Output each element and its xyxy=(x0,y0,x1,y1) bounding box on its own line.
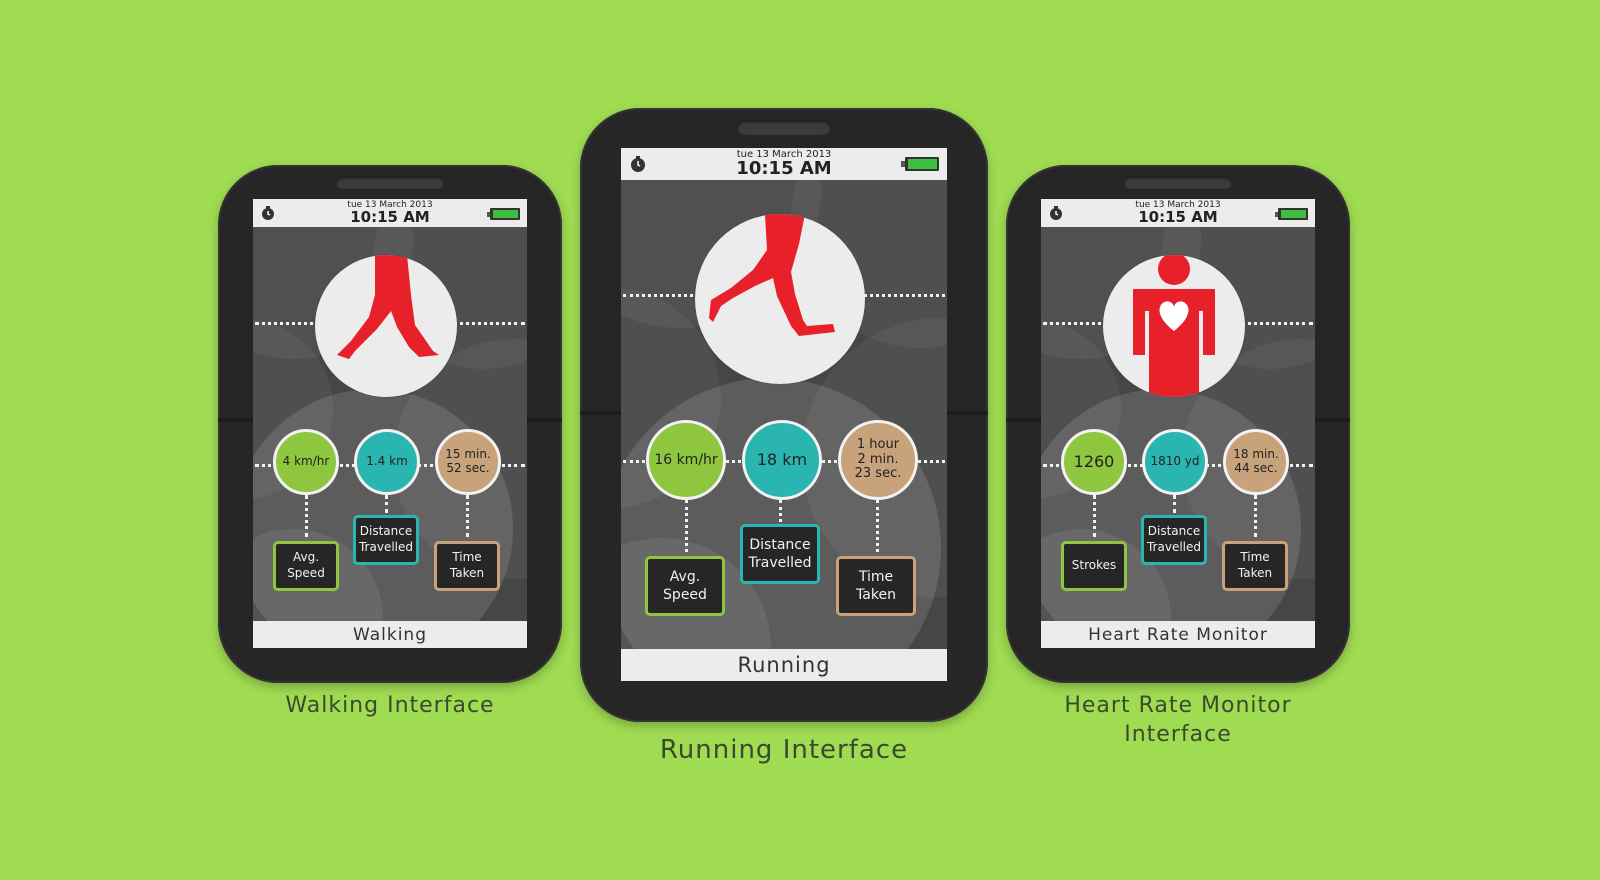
heart-rate-phone: tue 13 March 2013 10:15 AM 1260 1810 yd … xyxy=(1006,165,1350,683)
time-value-circle: 1 hour 2 min. 23 sec. xyxy=(838,420,918,500)
connector-line xyxy=(385,495,388,513)
speed-value-circle: 4 km/hr xyxy=(273,429,339,495)
time-taken-label[interactable]: Time Taken xyxy=(836,556,916,616)
phone-speaker xyxy=(1124,176,1232,189)
heart-rate-screen: tue 13 March 2013 10:15 AM 1260 1810 yd … xyxy=(1041,199,1315,648)
status-time: 10:15 AM xyxy=(736,158,832,179)
connector-line xyxy=(1093,495,1096,537)
running-phone: tue 13 March 2013 10:15 AM 16 km/hr 18 k… xyxy=(580,108,988,722)
time-value-line1: 15 min. xyxy=(445,447,491,462)
heart-person-icon xyxy=(1133,255,1215,397)
status-bar: tue 13 March 2013 10:15 AM xyxy=(621,148,947,180)
distance-value-circle: 18 km xyxy=(742,420,822,500)
connector-line xyxy=(305,495,308,537)
connector-line xyxy=(685,500,688,552)
distance-value-circle: 1810 yd xyxy=(1142,429,1208,495)
walking-caption: Walking Interface xyxy=(285,693,495,718)
time-value-circle: 18 min. 44 sec. xyxy=(1223,429,1289,495)
time-value-circle: 15 min. 52 sec. xyxy=(435,429,501,495)
time-value-line2: 2 min. xyxy=(857,451,899,467)
status-time: 10:15 AM xyxy=(350,208,430,226)
stopwatch-icon[interactable] xyxy=(1048,205,1064,225)
avg-speed-label[interactable]: Avg. Speed xyxy=(645,556,725,616)
time-value-line1: 1 hour xyxy=(856,436,900,452)
walking-screen: tue 13 March 2013 10:15 AM 4 km/hr 1.4 k… xyxy=(253,199,527,648)
distance-value: 18 km xyxy=(756,449,808,469)
running-hero-circle[interactable] xyxy=(695,214,865,384)
distance-value: 1810 yd xyxy=(1150,454,1200,469)
connector-line xyxy=(466,495,469,537)
status-bar: tue 13 March 2013 10:15 AM xyxy=(1041,199,1315,227)
heart-rate-caption-line2: Interface xyxy=(1124,721,1232,747)
mode-footer[interactable]: Heart Rate Monitor xyxy=(1041,621,1315,648)
walking-phone: tue 13 March 2013 10:15 AM 4 km/hr 1.4 k… xyxy=(218,165,562,683)
avg-speed-label[interactable]: Avg. Speed xyxy=(273,541,339,591)
running-screen: tue 13 March 2013 10:15 AM 16 km/hr 18 k… xyxy=(621,148,947,681)
battery-icon xyxy=(901,156,941,176)
stopwatch-icon[interactable] xyxy=(260,205,276,225)
status-bar: tue 13 March 2013 10:15 AM xyxy=(253,199,527,227)
distance-travelled-label[interactable]: Distance Travelled xyxy=(740,524,820,584)
speed-value: 16 km/hr xyxy=(654,451,718,468)
strokes-value-circle: 1260 xyxy=(1061,429,1127,495)
status-time: 10:15 AM xyxy=(1138,208,1218,226)
connector-line xyxy=(1173,495,1176,513)
walking-legs-icon xyxy=(337,255,439,359)
distance-value: 1.4 km xyxy=(366,454,408,469)
connector-line xyxy=(779,500,782,522)
time-taken-label[interactable]: Time Taken xyxy=(1222,541,1288,591)
battery-icon xyxy=(1275,206,1309,225)
battery-icon xyxy=(487,206,521,225)
running-caption: Running Interface xyxy=(659,735,909,765)
strokes-value: 1260 xyxy=(1073,451,1115,471)
stopwatch-icon[interactable] xyxy=(629,155,647,177)
running-legs-icon xyxy=(709,214,835,336)
heart-rate-hero-circle[interactable] xyxy=(1103,255,1245,397)
mode-footer[interactable]: Running xyxy=(621,649,947,681)
distance-value-circle: 1.4 km xyxy=(354,429,420,495)
time-value-line2: 44 sec. xyxy=(1234,461,1278,475)
mode-footer[interactable]: Walking xyxy=(253,621,527,648)
heart-rate-caption-line1: Heart Rate Monitor xyxy=(1064,693,1292,718)
connector-line xyxy=(876,500,879,552)
speed-value-circle: 16 km/hr xyxy=(646,420,726,500)
speed-value: 4 km/hr xyxy=(282,454,330,469)
phone-speaker xyxy=(336,176,444,189)
time-taken-label[interactable]: Time Taken xyxy=(434,541,500,591)
phone-speaker xyxy=(737,120,831,135)
distance-travelled-label[interactable]: Distance Travelled xyxy=(1141,515,1207,565)
time-value-line3: 23 sec. xyxy=(854,466,902,482)
time-value-line1: 18 min. xyxy=(1233,447,1279,462)
time-value-line2: 52 sec. xyxy=(446,461,490,475)
connector-line xyxy=(1254,495,1257,537)
walking-hero-circle[interactable] xyxy=(315,255,457,397)
strokes-label[interactable]: Strokes xyxy=(1061,541,1127,591)
heart-rate-caption: Heart Rate Monitor Interface xyxy=(1006,692,1350,749)
distance-travelled-label[interactable]: Distance Travelled xyxy=(353,515,419,565)
